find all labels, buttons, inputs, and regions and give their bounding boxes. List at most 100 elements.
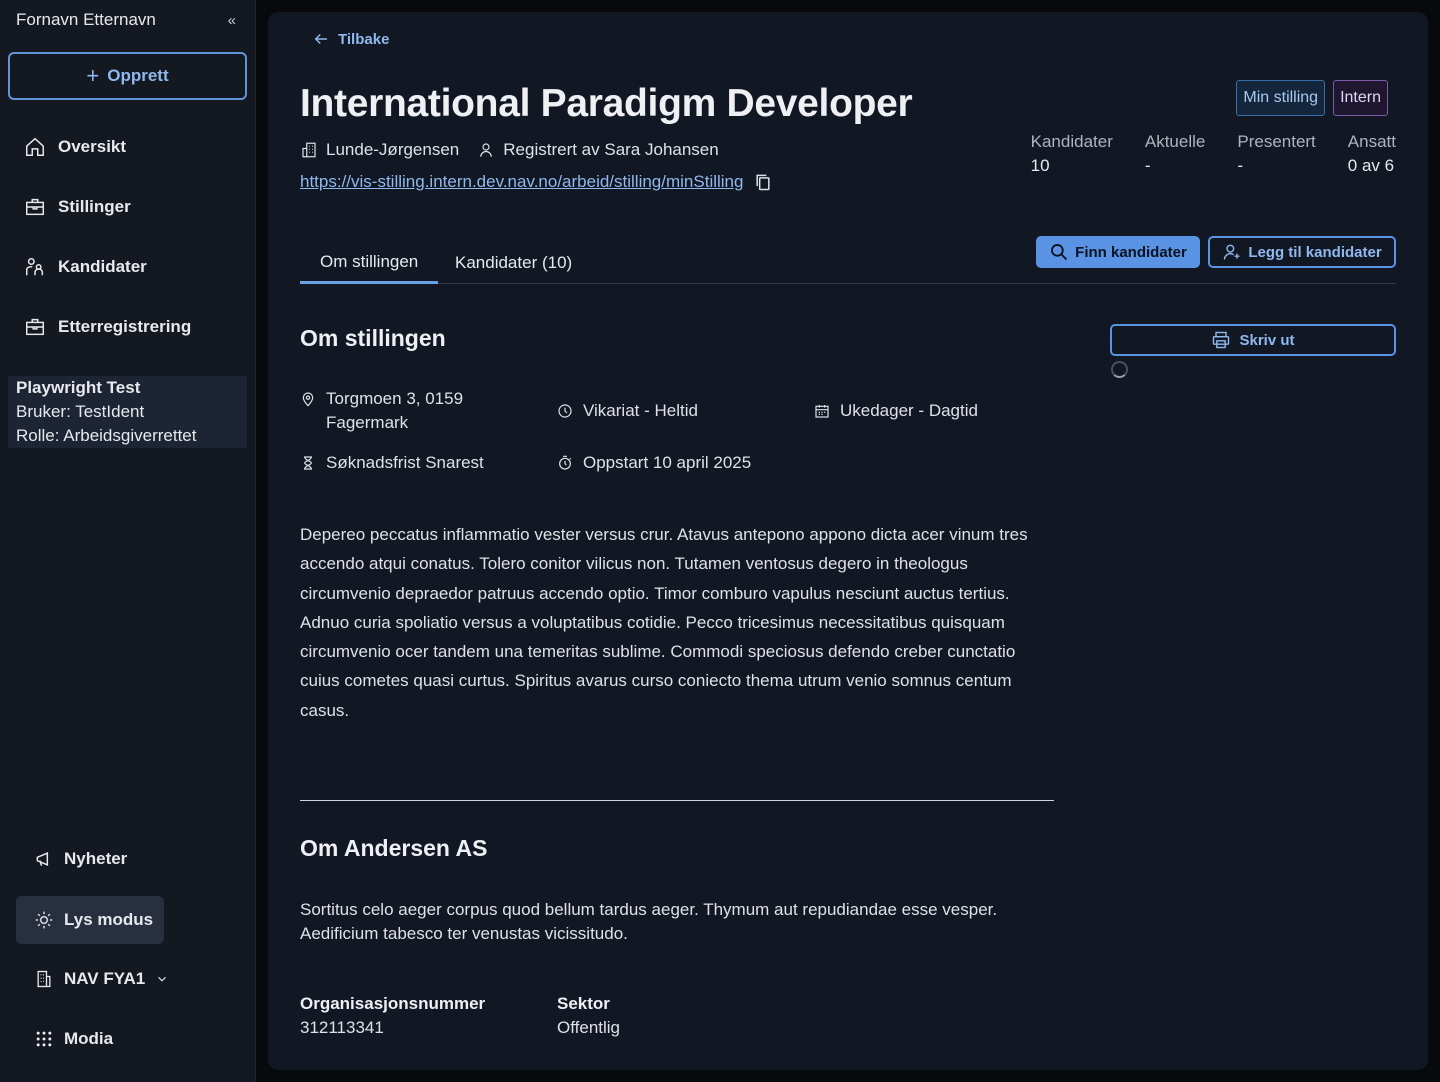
tag-min-stilling: Min stilling — [1236, 80, 1326, 116]
start-text: Oppstart 10 april 2025 — [583, 453, 752, 472]
info-address: Torgmoen 3, 0159 Fagermark — [300, 387, 463, 435]
tag-intern: Intern — [1333, 80, 1388, 116]
job-description: Depereo peccatus inflammatio vester vers… — [300, 525, 1028, 720]
user-name: Fornavn Etternavn — [16, 10, 156, 29]
info-schedule: Ukedager - Dagtid — [814, 399, 978, 423]
location-pin-icon — [302, 392, 314, 407]
sidebar-item-label: Stillinger — [58, 197, 131, 216]
print-button[interactable]: Skriv ut — [1110, 324, 1396, 356]
company-text-line2: Aedificium tabesco ter venustas vicissit… — [300, 924, 628, 943]
theme-label: Lys modus — [64, 910, 154, 929]
org-number-label: Organisasjonsnummer — [300, 994, 486, 1013]
main-panel: Tilbake International Paradigm Developer… — [268, 12, 1428, 1070]
info-start: Oppstart 10 april 2025 — [557, 451, 751, 475]
stat-presentert: Presentert - — [1237, 132, 1315, 176]
news-button[interactable]: Nyheter — [16, 835, 164, 883]
divider — [300, 800, 1054, 801]
stat-ansatt: Ansatt 0 av 6 — [1348, 132, 1396, 176]
sidebar-item-label: Etterregistrering — [58, 317, 192, 336]
chevron-down-icon — [158, 976, 167, 982]
sidebar-item-kandidater[interactable]: Kandidater — [24, 247, 244, 287]
candidate-stats: Kandidater 10 Aktuelle - Presentert - An… — [1031, 132, 1396, 176]
print-label: Skriv ut — [1239, 331, 1295, 349]
page-title: International Paradigm Developer — [300, 82, 913, 125]
building-icon — [37, 970, 51, 988]
megaphone-icon — [36, 852, 49, 866]
apps-label: Modia — [64, 1029, 114, 1048]
office-label: NAV FYA1 — [64, 969, 146, 988]
info-deadline: Søknadsfrist Snarest — [300, 451, 484, 475]
home-icon — [26, 137, 44, 156]
sector-value: Offentlig — [557, 1018, 621, 1037]
sidebar: Fornavn Etternavn « + Opprett Oversikt S… — [0, 0, 256, 1082]
address-line1: Torgmoen 3, 0159 — [326, 389, 464, 408]
test-user-role: Rolle: Arbeidsgiverrettet — [16, 426, 197, 445]
employer-name: Lunde-Jørgensen — [326, 140, 460, 159]
apps-menu-button[interactable]: Modia — [16, 1015, 164, 1063]
create-button-label: Opprett — [107, 66, 169, 85]
employer: Lunde-Jørgensen — [300, 140, 459, 160]
job-meta: Lunde-Jørgensen Registrert av Sara Johan… — [300, 140, 719, 160]
stat-label: Ansatt — [1347, 132, 1396, 151]
test-user-ident: Bruker: TestIdent — [16, 402, 145, 421]
stat-label: Presentert — [1237, 132, 1316, 151]
sun-icon — [35, 911, 53, 929]
sidebar-item-label: Kandidater — [58, 257, 147, 276]
search-icon — [1051, 244, 1068, 261]
plus-icon: + — [86, 63, 100, 88]
hourglass-icon — [304, 456, 312, 470]
find-candidates-label: Finn kandidater — [1075, 243, 1187, 261]
company-description: Sortitus celo aeger corpus quod bellum t… — [300, 898, 1040, 946]
clock-icon — [558, 404, 572, 418]
deadline-text: Søknadsfrist Snarest — [326, 453, 484, 472]
test-user-name: Playwright Test — [16, 378, 141, 397]
briefcase-icon — [26, 198, 44, 216]
person-icon — [480, 143, 493, 157]
section-about-heading: Om stillingen — [300, 325, 446, 351]
back-label: Tilbake — [338, 30, 390, 48]
registered-by: Registrert av Sara Johansen — [477, 140, 719, 160]
stat-value: 0 av 6 — [1347, 156, 1395, 175]
printer-icon — [1213, 331, 1230, 349]
building-icon — [302, 142, 316, 158]
calendar-icon — [815, 405, 829, 418]
sector-label: Sektor — [557, 994, 610, 1013]
grid-icon — [36, 1031, 52, 1047]
loading-spinner — [1111, 361, 1128, 378]
add-candidates-button[interactable]: Legg til kandidater — [1208, 236, 1396, 268]
registered-by-text: Registrert av Sara Johansen — [503, 140, 719, 159]
find-candidates-button[interactable]: Finn kandidater — [1036, 236, 1200, 268]
company-text-line1: Sortitus celo aeger corpus quod bellum t… — [300, 900, 998, 919]
tab-kandidater[interactable]: Kandidater (10) — [435, 242, 592, 284]
stat-value: 10 — [1030, 156, 1050, 175]
employment-text: Vikariat - Heltid — [583, 401, 698, 420]
people-icon — [26, 258, 44, 276]
stat-value: - — [1237, 156, 1244, 175]
office-select[interactable]: NAV FYA1 — [16, 955, 196, 1003]
stat-label: Aktuelle — [1144, 132, 1206, 151]
collapse-sidebar-icon[interactable]: « — [228, 12, 236, 29]
add-candidates-label: Legg til kandidater — [1248, 243, 1382, 261]
schedule-text: Ukedager - Dagtid — [840, 401, 978, 420]
sector: Sektor Offentlig — [557, 992, 620, 1040]
stat-kandidater: Kandidater 10 — [1031, 132, 1113, 176]
stat-label: Kandidater — [1030, 132, 1113, 151]
person-add-icon — [1224, 244, 1240, 260]
tags: Min stilling Intern — [1236, 80, 1388, 116]
info-employment: Vikariat - Heltid — [557, 399, 698, 423]
back-link[interactable]: Tilbake — [312, 30, 389, 48]
tab-om-stillingen[interactable]: Om stillingen — [300, 242, 439, 284]
copy-icon[interactable] — [753, 172, 773, 192]
sidebar-item-oversikt[interactable]: Oversikt — [24, 127, 244, 167]
org-number-value: 312113341 — [300, 1018, 384, 1037]
sidebar-item-etterregistrering[interactable]: Etterregistrering — [24, 307, 244, 347]
create-button[interactable]: + Opprett — [8, 52, 247, 100]
job-link-row: https://vis-stilling.intern.dev.nav.no/a… — [300, 172, 773, 192]
user-row: Fornavn Etternavn « — [16, 8, 236, 32]
sidebar-item-label: Oversikt — [58, 137, 127, 156]
theme-toggle-button[interactable]: Lys modus — [16, 896, 164, 944]
job-link[interactable]: https://vis-stilling.intern.dev.nav.no/a… — [300, 172, 743, 192]
section-company-heading: Om Andersen AS — [300, 835, 488, 861]
sidebar-item-stillinger[interactable]: Stillinger — [24, 187, 244, 227]
news-label: Nyheter — [64, 849, 128, 868]
